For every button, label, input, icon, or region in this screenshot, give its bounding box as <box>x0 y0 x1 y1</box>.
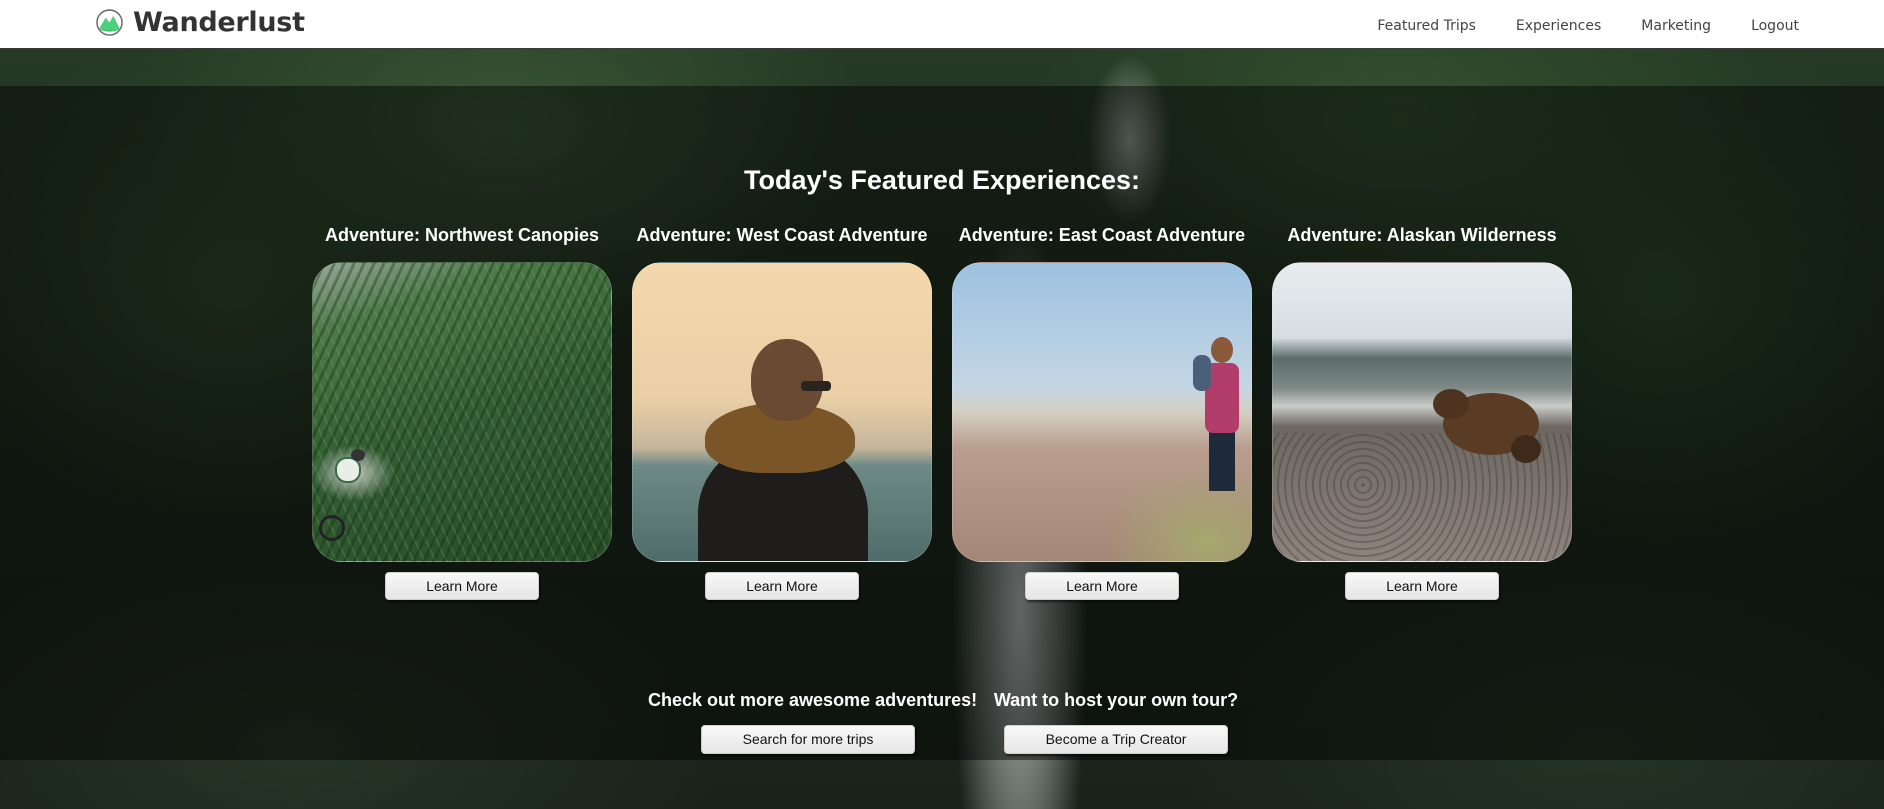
bear-cub <box>1511 435 1541 463</box>
child-figure <box>1193 355 1211 391</box>
nav-featured-trips[interactable]: Featured Trips <box>1377 18 1476 34</box>
card-title: Adventure: West Coast Adventure <box>636 225 928 245</box>
sunglasses <box>801 381 831 391</box>
card-image-person-sunset[interactable] <box>632 262 932 562</box>
bike-wheel <box>319 515 345 541</box>
experience-card-east-coast: Adventure: East Coast Adventure Learn Mo… <box>952 225 1252 600</box>
featured-title: Today's Featured Experiences: <box>743 165 1141 195</box>
father-head <box>1211 337 1233 363</box>
mountain-logo-icon <box>96 9 123 36</box>
search-cta-heading: Check out more awesome adventures! <box>648 690 978 710</box>
nav-experiences[interactable]: Experiences <box>1516 18 1601 34</box>
learn-more-button[interactable]: Learn More <box>1025 572 1179 600</box>
learn-more-button[interactable]: Learn More <box>1345 572 1499 600</box>
experience-card-northwest: Adventure: Northwest Canopies Learn More <box>312 225 612 600</box>
card-title: Adventure: Northwest Canopies <box>324 225 600 245</box>
card-image-beach-family[interactable] <box>952 262 1252 562</box>
search-trips-button[interactable]: Search for more trips <box>701 725 915 754</box>
navbar: Wanderlust Featured Trips Experiences Ma… <box>0 0 1884 49</box>
experience-card-alaskan: Adventure: Alaskan Wilderness Learn More <box>1272 225 1572 600</box>
brand[interactable]: Wanderlust <box>96 7 305 38</box>
become-creator-button[interactable]: Become a Trip Creator <box>1004 725 1228 754</box>
card-title: Adventure: Alaskan Wilderness <box>1287 225 1557 245</box>
card-image-forest-biker[interactable] <box>312 262 612 562</box>
nav-marketing[interactable]: Marketing <box>1641 18 1711 34</box>
search-cta: Check out more awesome adventures! Searc… <box>648 690 978 754</box>
bear-head <box>1433 389 1469 419</box>
card-image-grizzly-bear[interactable] <box>1272 262 1572 562</box>
nav-links: Featured Trips Experiences Marketing Log… <box>1337 18 1799 34</box>
experience-card-west-coast: Adventure: West Coast Adventure Learn Mo… <box>632 225 932 600</box>
learn-more-button[interactable]: Learn More <box>385 572 539 600</box>
nav-logout[interactable]: Logout <box>1751 18 1799 34</box>
biker-helmet <box>351 449 365 461</box>
learn-more-button[interactable]: Learn More <box>705 572 859 600</box>
host-cta: Want to host your own tour? Become a Tri… <box>992 690 1240 754</box>
person-head <box>751 339 823 421</box>
card-title: Adventure: East Coast Adventure <box>958 225 1246 245</box>
host-cta-heading: Want to host your own tour? <box>993 690 1239 710</box>
father-legs <box>1209 431 1235 491</box>
brand-name: Wanderlust <box>133 7 305 38</box>
